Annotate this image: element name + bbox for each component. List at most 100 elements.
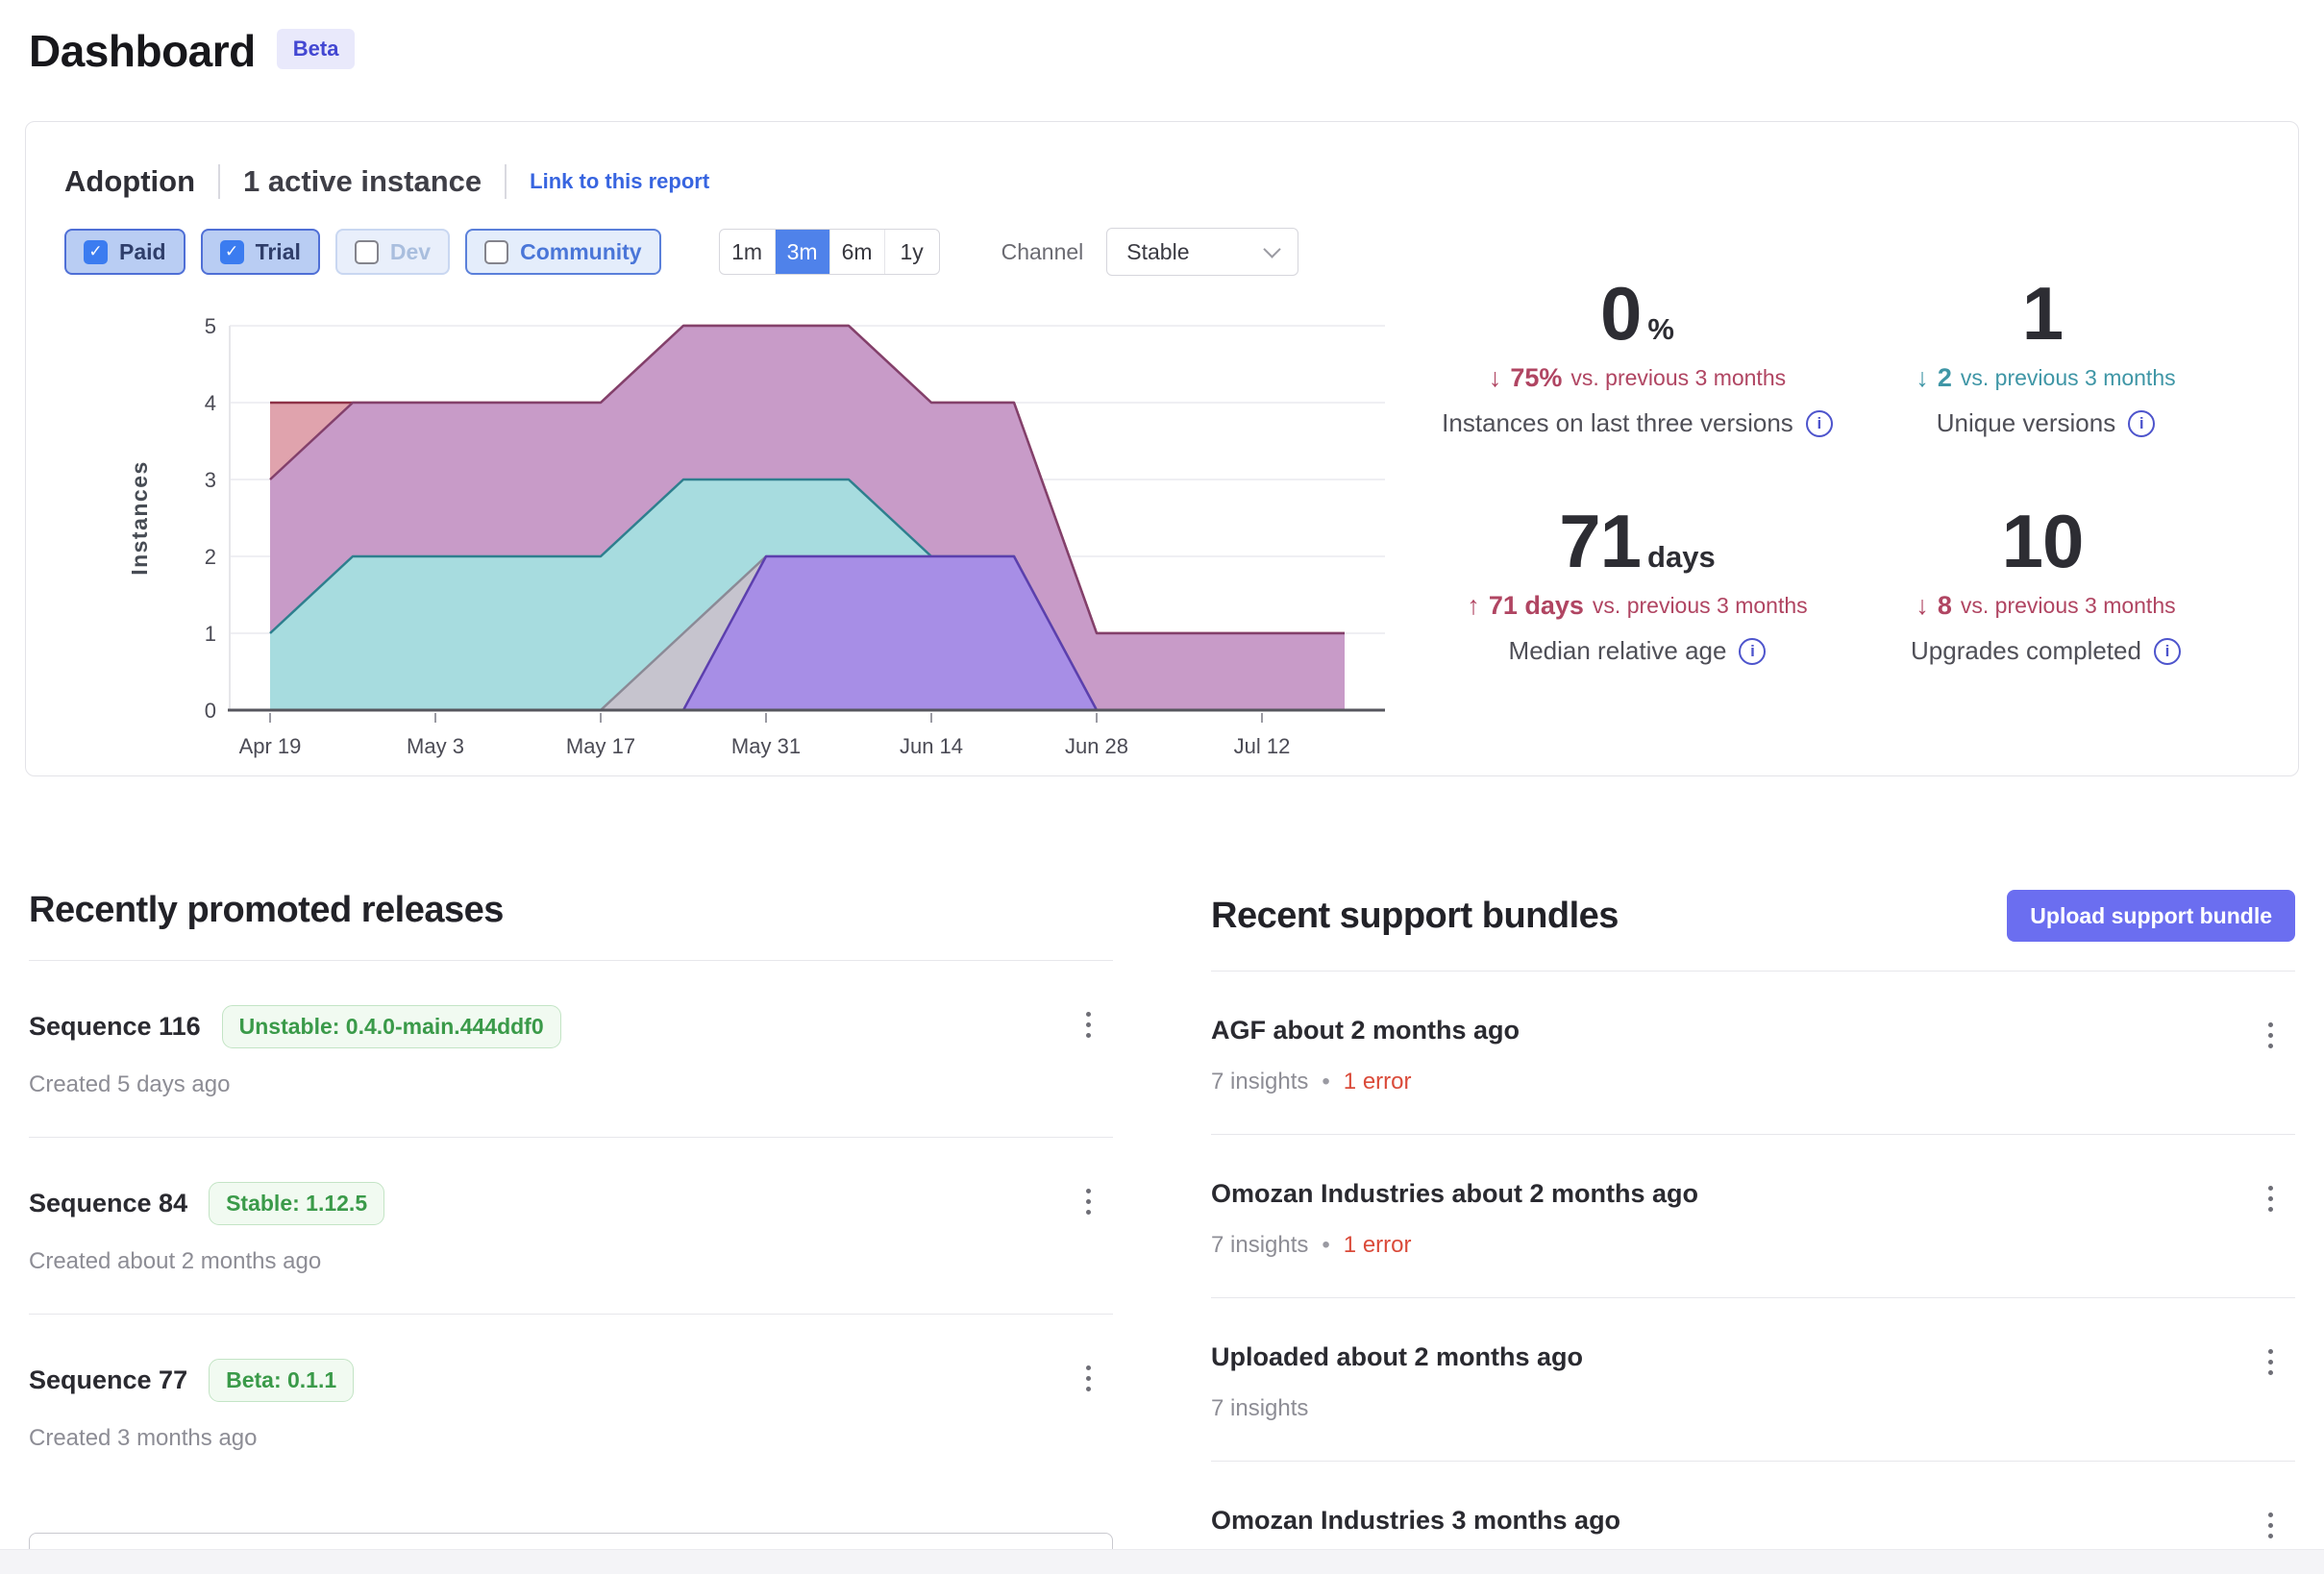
bundle-row[interactable]: Uploaded about 2 months ago 7 insights bbox=[1211, 1298, 2295, 1462]
beta-badge: Beta bbox=[277, 29, 356, 69]
bundle-title: Uploaded about 2 months ago bbox=[1211, 1342, 1583, 1372]
stats-grid: 0 % ↓ 75% vs. previous 3 months Instance… bbox=[1414, 270, 2260, 768]
lists-section: Recently promoted releases Sequence 116 … bbox=[0, 890, 2324, 1574]
release-version-badge: Unstable: 0.4.0-main.444ddf0 bbox=[222, 1005, 561, 1048]
trend-down-icon: ↓ bbox=[1489, 363, 1502, 393]
info-icon[interactable]: i bbox=[2154, 638, 2181, 665]
bundles-title: Recent support bundles bbox=[1211, 896, 1619, 937]
svg-text:3: 3 bbox=[205, 468, 216, 492]
release-name: Sequence 116 bbox=[29, 1012, 201, 1042]
svg-text:Jun 14: Jun 14 bbox=[900, 734, 963, 758]
info-icon[interactable]: i bbox=[2128, 410, 2155, 437]
bundle-insights: 7 insights bbox=[1211, 1232, 1308, 1259]
stat-unit: days bbox=[1647, 540, 1716, 575]
kebab-menu-icon[interactable] bbox=[2253, 1177, 2287, 1219]
bundles-section: Recent support bundles Upload support bu… bbox=[1211, 890, 2295, 1574]
checkbox-unchecked-icon bbox=[355, 240, 379, 264]
release-row[interactable]: Sequence 116 Unstable: 0.4.0-main.444ddf… bbox=[29, 961, 1113, 1138]
bundle-row[interactable]: Omozan Industries about 2 months ago 7 i… bbox=[1211, 1135, 2295, 1298]
bundle-title: Omozan Industries 3 months ago bbox=[1211, 1506, 1620, 1536]
stat-upgrades-completed: 10 ↓ 8 vs. previous 3 months Upgrades co… bbox=[1842, 498, 2250, 666]
svg-text:4: 4 bbox=[205, 391, 216, 415]
checkbox-checked-icon: ✓ bbox=[220, 240, 244, 264]
stat-value: 10 bbox=[2002, 498, 2084, 585]
filter-chip-dev[interactable]: Dev bbox=[335, 229, 450, 275]
stat-value: 1 bbox=[2022, 270, 2063, 357]
svg-text:2: 2 bbox=[205, 545, 216, 569]
bundles-header: Recent support bundles Upload support bu… bbox=[1211, 890, 2295, 971]
divider bbox=[505, 164, 507, 199]
checkbox-unchecked-icon bbox=[484, 240, 508, 264]
release-row[interactable]: Sequence 77 Beta: 0.1.1 Created 3 months… bbox=[29, 1315, 1113, 1490]
svg-text:May 3: May 3 bbox=[407, 734, 464, 758]
filter-chip-trial[interactable]: ✓ Trial bbox=[201, 229, 320, 275]
divider bbox=[218, 164, 220, 199]
range-1m[interactable]: 1m bbox=[720, 230, 775, 274]
kebab-menu-icon[interactable] bbox=[1071, 1003, 1105, 1045]
trend-down-icon: ↓ bbox=[1916, 363, 1929, 393]
svg-text:5: 5 bbox=[205, 314, 216, 338]
svg-text:Instances: Instances bbox=[127, 460, 152, 576]
stat-delta: ↓ 8 vs. previous 3 months bbox=[1842, 591, 2250, 621]
release-created: Created 5 days ago bbox=[29, 1071, 1113, 1098]
range-1y[interactable]: 1y bbox=[884, 230, 939, 274]
release-created: Created about 2 months ago bbox=[29, 1248, 1113, 1275]
filter-chip-community[interactable]: Community bbox=[465, 229, 661, 275]
kebab-menu-icon[interactable] bbox=[2253, 1014, 2287, 1056]
adoption-card: Adoption 1 active instance Link to this … bbox=[25, 121, 2299, 776]
kebab-menu-icon[interactable] bbox=[1071, 1180, 1105, 1222]
checkbox-checked-icon: ✓ bbox=[84, 240, 108, 264]
stat-unit: % bbox=[1647, 312, 1674, 347]
info-icon[interactable]: i bbox=[1806, 410, 1833, 437]
bundle-error-count: 1 error bbox=[1308, 1232, 1411, 1259]
page-header: Dashboard Beta bbox=[0, 0, 2324, 77]
stat-value: 0 bbox=[1600, 270, 1641, 357]
stat-value: 71 bbox=[1559, 498, 1641, 585]
release-version-badge: Beta: 0.1.1 bbox=[209, 1359, 354, 1402]
kebab-menu-icon[interactable] bbox=[2253, 1340, 2287, 1383]
stat-instances-last-three-versions: 0 % ↓ 75% vs. previous 3 months Instance… bbox=[1433, 270, 1842, 438]
chevron-down-icon bbox=[1264, 240, 1281, 258]
kebab-menu-icon[interactable] bbox=[1071, 1357, 1105, 1399]
channel-select[interactable]: Stable bbox=[1106, 228, 1298, 276]
releases-header: Recently promoted releases bbox=[29, 890, 1113, 961]
kebab-menu-icon[interactable] bbox=[2253, 1504, 2287, 1546]
chart-stats-row: Apr 19 May 3 May 17 May 31 Jun 14 Jun 28 Jul 1… bbox=[64, 297, 2260, 768]
time-range-selector: 1m 3m 6m 1y bbox=[719, 229, 940, 275]
bundle-title: Omozan Industries about 2 months ago bbox=[1211, 1179, 1698, 1209]
trend-up-icon: ↑ bbox=[1467, 591, 1480, 621]
svg-text:0: 0 bbox=[205, 699, 216, 723]
svg-text:May 17: May 17 bbox=[566, 734, 635, 758]
channel-label: Channel bbox=[1001, 239, 1084, 265]
filter-row: ✓ Paid ✓ Trial Dev Community 1m 3m 6m 1y bbox=[64, 228, 2260, 276]
stat-delta: ↑ 71 days vs. previous 3 months bbox=[1433, 591, 1842, 621]
filter-chip-paid[interactable]: ✓ Paid bbox=[64, 229, 185, 275]
release-row[interactable]: Sequence 84 Stable: 1.12.5 Created about… bbox=[29, 1138, 1113, 1315]
svg-text:1: 1 bbox=[205, 622, 216, 646]
svg-text:May 31: May 31 bbox=[731, 734, 801, 758]
stat-median-relative-age: 71 days ↑ 71 days vs. previous 3 months … bbox=[1433, 498, 1842, 666]
page-title: Dashboard bbox=[29, 25, 256, 77]
range-3m[interactable]: 3m bbox=[775, 230, 829, 274]
dashboard-page: Dashboard Beta Adoption 1 active instanc… bbox=[0, 0, 2324, 1574]
adoption-chart[interactable]: Apr 19 May 3 May 17 May 31 Jun 14 Jun 28 Jul 1… bbox=[64, 297, 1414, 768]
adoption-title: Adoption bbox=[64, 164, 195, 199]
svg-text:Jun 28: Jun 28 bbox=[1065, 734, 1128, 758]
stat-delta: ↓ 2 vs. previous 3 months bbox=[1842, 363, 2250, 393]
release-created: Created 3 months ago bbox=[29, 1425, 1113, 1452]
info-icon[interactable]: i bbox=[1739, 638, 1766, 665]
svg-text:Apr 19: Apr 19 bbox=[239, 734, 302, 758]
bundle-error-count: 1 error bbox=[1308, 1069, 1411, 1095]
release-name: Sequence 84 bbox=[29, 1189, 187, 1218]
range-6m[interactable]: 6m bbox=[829, 230, 884, 274]
release-version-badge: Stable: 1.12.5 bbox=[209, 1182, 384, 1225]
svg-text:Jul 12: Jul 12 bbox=[1234, 734, 1291, 758]
link-to-report[interactable]: Link to this report bbox=[530, 169, 709, 194]
adoption-card-header: Adoption 1 active instance Link to this … bbox=[64, 164, 2260, 199]
releases-section: Recently promoted releases Sequence 116 … bbox=[29, 890, 1113, 1574]
bundle-insights: 7 insights bbox=[1211, 1069, 1308, 1095]
upload-support-bundle-button[interactable]: Upload support bundle bbox=[2007, 890, 2295, 942]
active-instance-count: 1 active instance bbox=[243, 164, 482, 199]
bundle-row[interactable]: AGF about 2 months ago 7 insights 1 erro… bbox=[1211, 971, 2295, 1135]
release-name: Sequence 77 bbox=[29, 1365, 187, 1395]
